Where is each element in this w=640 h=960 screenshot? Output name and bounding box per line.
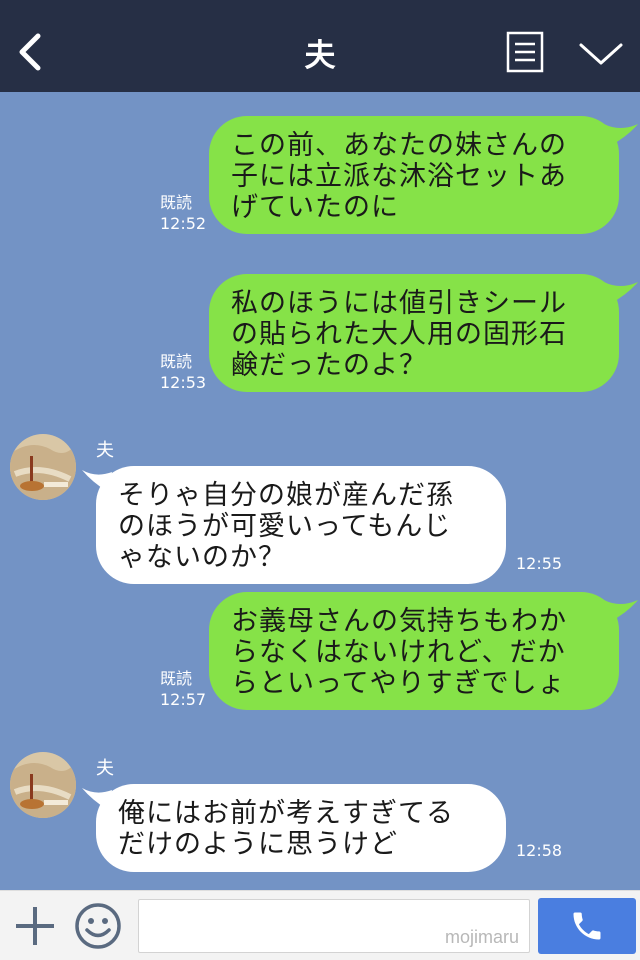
chat-header: 夫 bbox=[0, 0, 640, 92]
message-meta: 既読 12:52 bbox=[160, 192, 206, 234]
message-line: げていたのに bbox=[231, 192, 399, 223]
smile-icon[interactable] bbox=[74, 902, 122, 950]
message-line: 鹸だったのよ？ bbox=[231, 350, 427, 381]
message-line: そりゃ自分の娘が産んだ孫 bbox=[118, 480, 454, 511]
call-button[interactable] bbox=[538, 898, 636, 954]
message-line: の貼られた大人用の固形石 bbox=[231, 319, 567, 350]
message-line: らといってやりすぎでしょ bbox=[231, 668, 566, 699]
sender-name: 夫 bbox=[96, 758, 114, 779]
message-time: 12:55 bbox=[516, 554, 563, 573]
avatar-image bbox=[10, 434, 76, 500]
my-message-bubble[interactable]: 私のほうには値引きシール の貼られた大人用の固形石 鹸だったのよ？ bbox=[209, 274, 619, 392]
message-line: お義母さんの気持ちもわか bbox=[231, 606, 567, 637]
message-meta: 既読 12:53 bbox=[160, 351, 206, 393]
message-line: 子には立派な沐浴セットあ bbox=[231, 161, 567, 192]
chat-title: 夫 bbox=[304, 38, 336, 74]
message-input[interactable]: mojimaru bbox=[138, 899, 530, 953]
message-composer: mojimaru bbox=[0, 890, 640, 960]
sender-name: 夫 bbox=[96, 440, 114, 461]
chevron-down-icon[interactable] bbox=[578, 40, 624, 68]
avatar[interactable] bbox=[10, 752, 76, 818]
avatar-image bbox=[10, 752, 76, 818]
message-line: らなくはないけれど、だか bbox=[231, 637, 566, 668]
message-time: 12:58 bbox=[516, 841, 563, 860]
chevron-left-icon[interactable] bbox=[14, 32, 48, 72]
message-line: だけのように思うけど bbox=[118, 829, 398, 860]
message-line: この前、あなたの妹さんの bbox=[231, 130, 567, 161]
read-receipt: 既読 bbox=[160, 352, 193, 371]
chat-area[interactable]: 既読 12:52 この前、あなたの妹さんの 子には立派な沐浴セットあ げていたの… bbox=[0, 92, 640, 890]
my-message-bubble[interactable]: この前、あなたの妹さんの 子には立派な沐浴セットあ げていたのに bbox=[209, 116, 619, 234]
avatar[interactable] bbox=[10, 434, 76, 500]
plus-icon[interactable] bbox=[14, 905, 56, 947]
bubble-tail bbox=[604, 124, 638, 146]
message-time: 12:52 bbox=[160, 214, 207, 233]
watermark: mojimaru bbox=[444, 927, 519, 947]
message-time: 12:57 bbox=[160, 690, 207, 709]
my-message-bubble[interactable]: お義母さんの気持ちもわか らなくはないけれど、だか らといってやりすぎでしょ bbox=[209, 592, 619, 710]
read-receipt: 既読 bbox=[160, 193, 193, 212]
message-line: のほうが可愛いってもんじ bbox=[118, 511, 452, 542]
message-line: ゃないのか？ bbox=[118, 542, 286, 573]
read-receipt: 既読 bbox=[160, 669, 193, 688]
message-meta: 既読 12:57 bbox=[160, 668, 206, 710]
their-message-bubble[interactable]: そりゃ自分の娘が産んだ孫 のほうが可愛いってもんじ ゃないのか？ bbox=[96, 466, 506, 584]
message-line: 俺にはお前が考えすぎてる bbox=[118, 798, 454, 829]
bubble-tail bbox=[604, 282, 638, 304]
bubble-tail bbox=[604, 600, 638, 622]
phone-icon bbox=[573, 912, 601, 940]
notes-icon[interactable] bbox=[506, 31, 544, 73]
their-message-bubble[interactable]: 俺にはお前が考えすぎてる だけのように思うけど bbox=[96, 784, 506, 872]
message-line: 私のほうには値引きシール bbox=[231, 288, 567, 319]
message-time: 12:53 bbox=[160, 373, 207, 392]
